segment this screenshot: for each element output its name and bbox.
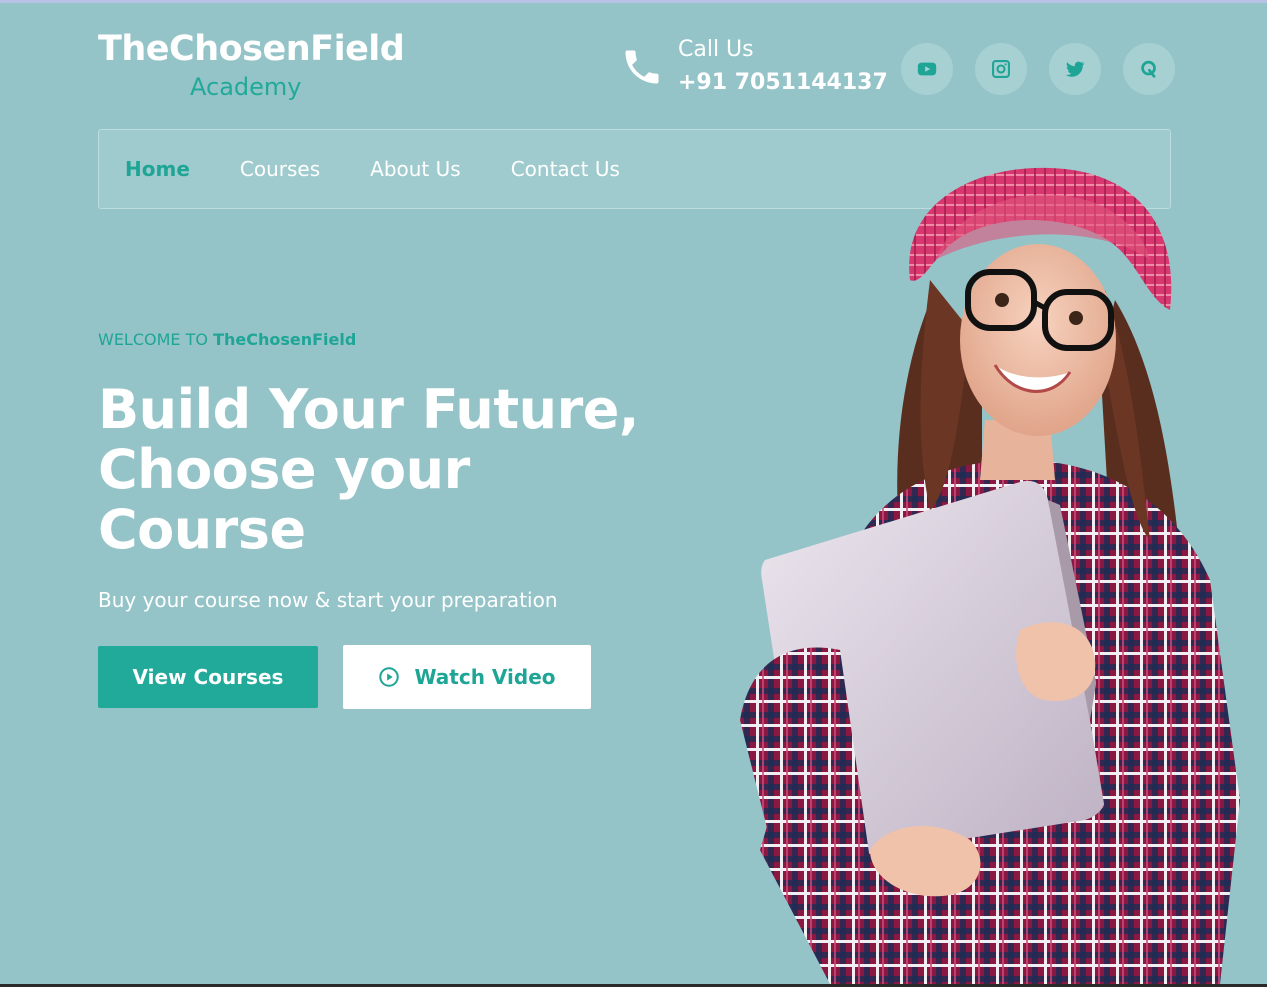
youtube-icon [917, 62, 937, 76]
welcome-prefix: WELCOME TO [98, 330, 208, 349]
instagram-icon [992, 60, 1010, 78]
view-courses-label: View Courses [132, 665, 284, 689]
nav-contact-us[interactable]: Contact Us [511, 157, 620, 181]
nav-home[interactable]: Home [125, 157, 190, 181]
phone-icon [625, 50, 659, 84]
top-border [0, 0, 1267, 3]
welcome-brand: TheChosenField [213, 330, 357, 349]
hero-subheading: Buy your course now & start your prepara… [98, 588, 558, 612]
hero-headline: Build Your Future, Choose your Course [98, 378, 639, 561]
call-us-label: Call Us [678, 37, 754, 62]
phone-number[interactable]: +91 7051144137 [678, 68, 888, 98]
call-us-block[interactable]: Call Us +91 7051144137 [620, 36, 888, 98]
instagram-button[interactable] [975, 43, 1027, 95]
quora-icon [1141, 60, 1156, 78]
logo-tagline: Academy [190, 73, 302, 101]
quora-button[interactable] [1123, 43, 1175, 95]
twitter-button[interactable] [1049, 43, 1101, 95]
watch-video-button[interactable]: Watch Video [343, 645, 591, 709]
watch-video-label: Watch Video [414, 665, 556, 689]
nav-about-us[interactable]: About Us [370, 157, 461, 181]
nav-courses[interactable]: Courses [240, 157, 320, 181]
play-circle-icon [379, 667, 400, 687]
call-us-text: Call Us +91 7051144137 [678, 36, 888, 98]
student-hero-image [740, 167, 1240, 984]
logo-brand-name: TheChosenField [98, 29, 405, 69]
view-courses-button[interactable]: View Courses [98, 646, 318, 708]
social-links [901, 43, 1175, 95]
site-logo[interactable]: TheChosenField Academy [98, 28, 418, 102]
welcome-text: WELCOME TO TheChosenField [98, 330, 356, 349]
youtube-button[interactable] [901, 43, 953, 95]
twitter-icon [1065, 61, 1085, 77]
